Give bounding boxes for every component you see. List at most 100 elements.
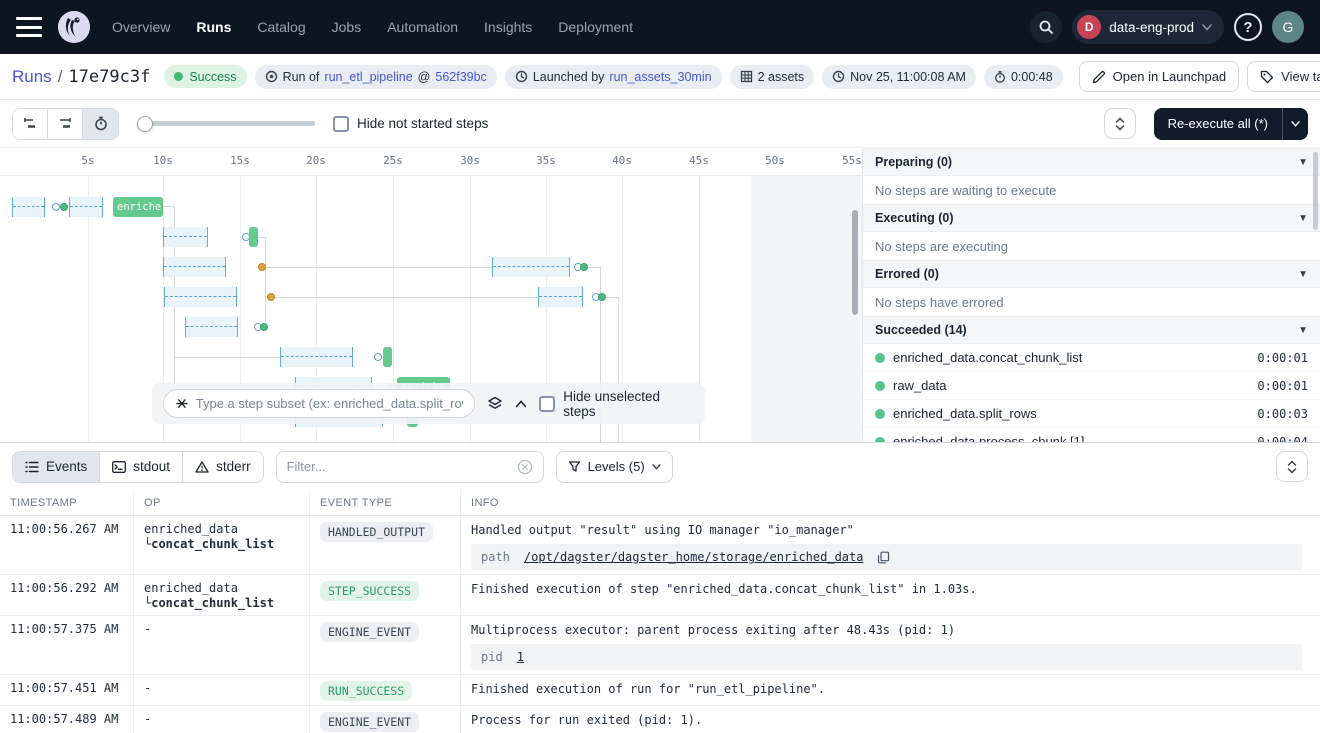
nav-item-automation[interactable]: Automation xyxy=(387,19,458,35)
workspace-avatar: D xyxy=(1077,15,1101,39)
step-waiting-box[interactable] xyxy=(185,317,238,337)
nav-item-jobs[interactable]: Jobs xyxy=(332,19,362,35)
copy-icon[interactable] xyxy=(877,551,890,564)
tab-events[interactable]: Events xyxy=(13,452,100,482)
step-marker-green[interactable] xyxy=(580,263,588,271)
dagster-logo[interactable] xyxy=(58,11,90,43)
section-header-preparing[interactable]: Preparing (0)▼ xyxy=(863,148,1320,176)
breadcrumb-runs-link[interactable]: Runs xyxy=(12,67,52,87)
step-subset-input[interactable]: Type a step subset (ex: enriched_data.sp… xyxy=(163,389,475,418)
step-duration: 0:00:04 xyxy=(1257,435,1308,443)
reexecute-dropdown-caret[interactable] xyxy=(1282,108,1308,140)
panel-scrollbar[interactable] xyxy=(1313,152,1318,230)
step-success-bar[interactable] xyxy=(249,227,258,247)
slider-knob[interactable] xyxy=(137,116,153,132)
nav-item-overview[interactable]: Overview xyxy=(112,19,170,35)
tab-stderr[interactable]: stderr xyxy=(183,452,263,482)
succeeded-step-row[interactable]: enriched_data.split_rows0:00:03 xyxy=(863,400,1320,428)
step-waiting-box[interactable] xyxy=(492,257,570,277)
section-header-succeeded[interactable]: Succeeded (14)▼ xyxy=(863,316,1320,344)
step-marker-green[interactable] xyxy=(598,293,606,301)
step-waiting-box[interactable] xyxy=(280,347,353,367)
gantt-mode-flat-button[interactable] xyxy=(13,109,48,139)
tag-link[interactable]: run_assets_30min xyxy=(609,70,711,84)
run-tag-3[interactable]: Nov 25, 11:00:08 AM xyxy=(822,65,976,89)
step-waiting-box[interactable] xyxy=(163,227,208,247)
event-timestamp: 11:00:57.375 AM xyxy=(0,616,134,674)
event-panel-resize-button[interactable] xyxy=(1276,451,1308,482)
metadata-value[interactable]: /opt/dagster/dagster_home/storage/enrich… xyxy=(524,550,864,564)
succeeded-step-row[interactable]: raw_data0:00:01 xyxy=(863,372,1320,400)
step-success-bar[interactable] xyxy=(383,347,392,367)
workspace-switcher[interactable]: D data-eng-prod xyxy=(1072,10,1224,44)
tag-link[interactable]: 562f39bc xyxy=(435,70,486,84)
search-button[interactable] xyxy=(1030,11,1062,43)
step-waiting-box[interactable] xyxy=(12,197,45,217)
tab-stdout[interactable]: stdout xyxy=(100,452,183,482)
step-waiting-box[interactable] xyxy=(163,257,226,277)
column-header-op: OP xyxy=(134,490,310,515)
panel-resize-button[interactable] xyxy=(1104,108,1136,139)
event-row[interactable]: 11:00:56.267 AMenriched_data└concat_chun… xyxy=(0,516,1320,575)
view-tags-config-button[interactable]: View tags and config xyxy=(1247,61,1320,92)
step-duration: 0:00:01 xyxy=(1257,351,1308,365)
nav-item-catalog[interactable]: Catalog xyxy=(257,19,305,35)
event-row[interactable]: 11:00:57.489 AM-ENGINE_EVENTProcess for … xyxy=(0,706,1320,733)
succeeded-step-row[interactable]: enriched_data.concat_chunk_list0:00:01 xyxy=(863,344,1320,372)
gantt-scrollbar[interactable] xyxy=(852,210,858,315)
open-in-launchpad-button[interactable]: Open in Launchpad xyxy=(1079,61,1239,92)
nav-item-runs[interactable]: Runs xyxy=(196,19,231,35)
collapse-overlay-button[interactable] xyxy=(515,400,527,408)
nav-item-insights[interactable]: Insights xyxy=(484,19,532,35)
help-button[interactable]: ? xyxy=(1234,13,1262,41)
gantt-chart[interactable]: 5s10s15s20s25s30s35s40s45s50s55s enriche… xyxy=(0,148,862,442)
step-waiting-box[interactable] xyxy=(69,197,103,217)
run-tag-0[interactable]: Run of run_etl_pipeline @ 562f39bc xyxy=(255,65,497,89)
reexecute-all-button[interactable]: Re-execute all (*) xyxy=(1154,108,1308,140)
step-success-bar[interactable]: enriche. xyxy=(113,197,163,217)
succeeded-step-row[interactable]: enriched_data.process_chunk [1]0:00:04 xyxy=(863,428,1320,442)
step-waiting-box[interactable] xyxy=(164,287,237,307)
event-timestamp: 11:00:56.267 AM xyxy=(0,516,134,574)
step-waiting-box[interactable] xyxy=(538,287,583,307)
event-filter-input[interactable] xyxy=(287,459,509,474)
nav-item-deployment[interactable]: Deployment xyxy=(558,19,633,35)
tag-link[interactable]: run_etl_pipeline xyxy=(324,70,412,84)
event-row[interactable]: 11:00:56.292 AMenriched_data└concat_chun… xyxy=(0,575,1320,616)
section-collapse-icon[interactable]: ▼ xyxy=(1298,213,1308,224)
gantt-mode-waterfall-button[interactable] xyxy=(48,109,83,139)
op-name: enriched_data xyxy=(144,522,309,537)
section-empty-message: No steps are executing xyxy=(863,232,1320,260)
step-marker-orange[interactable] xyxy=(258,263,266,271)
step-marker-open[interactable] xyxy=(374,353,382,361)
gantt-mode-timed-button[interactable] xyxy=(83,109,118,139)
section-collapse-icon[interactable]: ▼ xyxy=(1298,325,1308,336)
event-log-tabs: Eventsstdoutstderr xyxy=(12,451,264,483)
section-header-executing[interactable]: Executing (0)▼ xyxy=(863,204,1320,232)
hide-unselected-checkbox[interactable] xyxy=(539,396,555,412)
section-collapse-icon[interactable]: ▼ xyxy=(1298,269,1308,280)
step-marker-orange[interactable] xyxy=(267,293,275,301)
clock-icon xyxy=(832,70,845,83)
step-marker-open[interactable] xyxy=(52,203,60,211)
event-row[interactable]: 11:00:57.451 AM-RUN_SUCCESSFinished exec… xyxy=(0,675,1320,706)
slider-track[interactable] xyxy=(137,121,315,126)
section-header-errored[interactable]: Errored (0)▼ xyxy=(863,260,1320,288)
menu-icon[interactable] xyxy=(16,17,42,37)
section-collapse-icon[interactable]: ▼ xyxy=(1298,157,1308,168)
column-header-timestamp: TIMESTAMP xyxy=(0,490,134,515)
hide-not-started-checkbox[interactable] xyxy=(333,116,349,132)
step-marker-green[interactable] xyxy=(60,203,68,211)
gantt-zoom-slider[interactable] xyxy=(137,115,315,133)
step-marker-green[interactable] xyxy=(260,323,268,331)
run-tag-4[interactable]: 0:00:48 xyxy=(984,65,1063,89)
run-tag-2[interactable]: 2 assets xyxy=(730,65,815,89)
clear-filter-icon[interactable] xyxy=(517,459,533,475)
levels-dropdown[interactable]: Levels (5) xyxy=(556,451,673,483)
run-tag-1[interactable]: Launched by run_assets_30min xyxy=(505,65,722,89)
user-avatar[interactable]: G xyxy=(1272,11,1304,43)
gantt-time-axis: 5s10s15s20s25s30s35s40s45s50s55s xyxy=(0,148,862,176)
event-row[interactable]: 11:00:57.375 AM-ENGINE_EVENTMultiprocess… xyxy=(0,616,1320,675)
layers-button[interactable] xyxy=(487,396,503,412)
step-subset-placeholder: Type a step subset (ex: enriched_data.sp… xyxy=(196,396,463,411)
